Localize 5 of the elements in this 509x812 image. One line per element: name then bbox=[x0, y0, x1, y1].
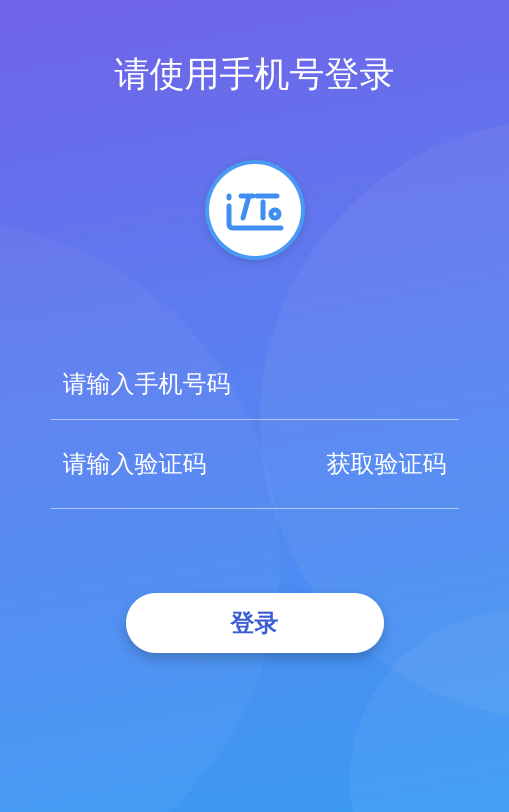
code-field[interactable]: 请输入验证码 bbox=[50, 420, 326, 508]
page-title: 请使用手机号登录 bbox=[114, 54, 394, 97]
phone-field[interactable]: 请输入手机号码 bbox=[50, 348, 458, 420]
login-button[interactable]: 登录 bbox=[126, 593, 384, 653]
get-code-link[interactable]: 获取验证码 bbox=[326, 449, 458, 479]
